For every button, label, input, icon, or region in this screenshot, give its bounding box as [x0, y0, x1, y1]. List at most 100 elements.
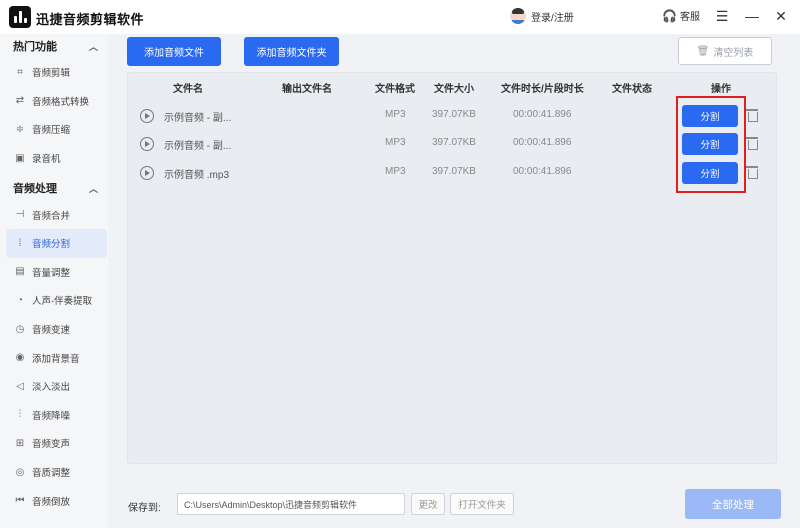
- process-all-button[interactable]: 全部处理: [685, 489, 781, 519]
- sidebar-item-quality[interactable]: ◎ 音质调整: [0, 458, 108, 487]
- scissors-icon: ⌗: [17, 66, 23, 78]
- avatar-icon: [510, 8, 526, 24]
- file-name: 示例音频 .mp3: [164, 170, 230, 181]
- sidebar-item-label: 音频变声: [32, 439, 71, 451]
- volume-icon: ▤: [15, 266, 25, 278]
- sidebar-item-volume[interactable]: ▤ 音量调整: [0, 258, 108, 287]
- file-duration: 00:00:41.896: [513, 166, 572, 177]
- header-actions: 操作: [711, 84, 731, 95]
- play-icon[interactable]: [140, 166, 154, 180]
- recorder-icon: ▣: [15, 152, 25, 164]
- sidebar-item-voice-change[interactable]: ⊞ 音频变声: [0, 429, 108, 458]
- split-button[interactable]: 分割: [682, 162, 738, 184]
- sidebar-item-denoise[interactable]: ⫶ 音频降噪: [0, 401, 108, 430]
- login-button[interactable]: 登录/注册: [510, 8, 574, 24]
- customer-service-button[interactable]: 🎧 客服: [662, 8, 700, 24]
- sidebar-item-reverse[interactable]: ⏮ 音频倒放: [0, 486, 108, 515]
- file-size: 397.07KB: [432, 109, 476, 120]
- file-name: 示例音频 - 副...: [164, 141, 232, 152]
- file-size: 397.07KB: [432, 137, 476, 148]
- sidebar-item-label: 音频分割: [32, 239, 71, 251]
- split-button[interactable]: 分割: [682, 105, 738, 127]
- app-logo-icon: [9, 6, 31, 28]
- sidebar: 热门功能 ︿ ⌗ 音频剪辑 ⇄ 音频格式转换 ≑ 音频压缩 ▣ 录音机 音频处理…: [0, 34, 108, 528]
- header-size: 文件大小: [434, 84, 474, 95]
- sidebar-item-label: 音频剪辑: [32, 68, 71, 80]
- delete-icon[interactable]: [746, 137, 758, 150]
- split-button[interactable]: 分割: [682, 133, 738, 155]
- voice-change-icon: ⊞: [15, 437, 25, 449]
- table-header: 文件名 输出文件名 文件格式 文件大小 文件时长/片段时长 文件状态 操作: [128, 73, 778, 99]
- sidebar-item-label: 音频格式转换: [32, 96, 90, 108]
- section-title: 热门功能: [13, 41, 57, 53]
- app-title: 迅捷音频剪辑软件: [36, 12, 145, 27]
- add-folder-button[interactable]: 添加音频文件夹: [244, 37, 339, 66]
- sidebar-item-format-convert[interactable]: ⇄ 音频格式转换: [0, 87, 108, 116]
- sidebar-item-label: 音频压缩: [32, 125, 71, 137]
- sidebar-item-vocal-extract[interactable]: ◔ 人声-伴奏提取: [0, 286, 108, 315]
- file-format: MP3: [385, 166, 406, 177]
- login-label: 登录/注册: [531, 12, 574, 24]
- sidebar-item-audio-cut[interactable]: ⌗ 音频剪辑: [0, 58, 108, 87]
- file-name: 示例音频 - 副...: [164, 113, 232, 124]
- title-bar: 迅捷音频剪辑软件 登录/注册 🎧 客服 ☰ — ✕: [0, 0, 800, 34]
- sidebar-item-label: 人声-伴奏提取: [32, 296, 93, 308]
- sidebar-item-label: 音频倒放: [32, 496, 71, 508]
- file-format: MP3: [385, 109, 406, 120]
- file-list-panel: 文件名 输出文件名 文件格式 文件大小 文件时长/片段时长 文件状态 操作 示例…: [127, 72, 777, 464]
- headset-icon: 🎧: [662, 8, 677, 23]
- open-folder-button[interactable]: 打开文件夹: [450, 493, 514, 515]
- file-size: 397.07KB: [432, 166, 476, 177]
- sidebar-item-background-music[interactable]: ◉ 添加背景音: [0, 343, 108, 372]
- clear-list-label: 清空列表: [713, 47, 754, 59]
- header-output-name: 输出文件名: [282, 84, 332, 95]
- sidebar-item-fade[interactable]: ◁ 淡入淡出: [0, 372, 108, 401]
- chevron-up-icon: ︿: [88, 183, 98, 194]
- sidebar-item-label: 音质调整: [32, 468, 71, 480]
- convert-icon: ⇄: [15, 95, 25, 107]
- sidebar-item-label: 音频降噪: [32, 410, 71, 422]
- sidebar-item-merge[interactable]: ⊣ 音频合并: [0, 200, 108, 229]
- sidebar-item-speed[interactable]: ◷ 音频变速: [0, 315, 108, 344]
- play-icon[interactable]: [140, 109, 154, 123]
- file-duration: 00:00:41.896: [513, 137, 572, 148]
- minimize-icon[interactable]: —: [743, 7, 761, 25]
- delete-icon[interactable]: [746, 109, 758, 122]
- save-to-label: 保存到:: [128, 503, 161, 514]
- chevron-up-icon: ︿: [88, 41, 98, 52]
- sidebar-item-recorder[interactable]: ▣ 录音机: [0, 144, 108, 173]
- sidebar-item-compress[interactable]: ≑ 音频压缩: [0, 115, 108, 144]
- play-icon[interactable]: [140, 137, 154, 151]
- file-duration: 00:00:41.896: [513, 109, 572, 120]
- speed-icon: ◷: [15, 323, 25, 335]
- section-hot-features[interactable]: 热门功能 ︿: [0, 34, 108, 58]
- split-icon: ⁞: [18, 237, 22, 249]
- header-format: 文件格式: [375, 84, 415, 95]
- table-row: 示例音频 .mp3 MP3 397.07KB 00:00:41.896 分割: [128, 159, 778, 187]
- header-duration: 文件时长/片段时长: [501, 84, 584, 95]
- output-path-input[interactable]: [177, 493, 405, 515]
- section-title: 音频处理: [13, 183, 57, 196]
- header-filename: 文件名: [173, 84, 203, 95]
- sidebar-item-label: 音频变速: [32, 325, 71, 337]
- sidebar-item-label: 录音机: [32, 154, 61, 166]
- reverse-icon: ⏮: [15, 495, 25, 507]
- table-row: 示例音频 - 副... MP3 397.07KB 00:00:41.896 分割: [128, 130, 778, 158]
- menu-icon[interactable]: ☰: [713, 7, 731, 25]
- sidebar-item-label: 音频合并: [32, 210, 71, 222]
- merge-icon: ⊣: [15, 209, 25, 221]
- delete-icon[interactable]: [746, 166, 758, 179]
- fade-icon: ◁: [16, 380, 24, 392]
- close-icon[interactable]: ✕: [772, 7, 790, 25]
- section-audio-processing[interactable]: 音频处理 ︿: [0, 176, 108, 200]
- file-format: MP3: [385, 137, 406, 148]
- add-file-button[interactable]: 添加音频文件: [127, 37, 221, 66]
- service-label: 客服: [679, 12, 700, 23]
- background-music-icon: ◉: [15, 352, 25, 364]
- vocal-icon: ◔: [16, 294, 24, 306]
- clear-list-button[interactable]: 🗑 清空列表: [678, 37, 772, 65]
- sidebar-item-split[interactable]: ⁞ 音频分割: [6, 228, 107, 258]
- sidebar-item-label: 音量调整: [32, 267, 71, 279]
- trash-icon: 🗑: [696, 45, 710, 57]
- change-path-button[interactable]: 更改: [411, 493, 445, 515]
